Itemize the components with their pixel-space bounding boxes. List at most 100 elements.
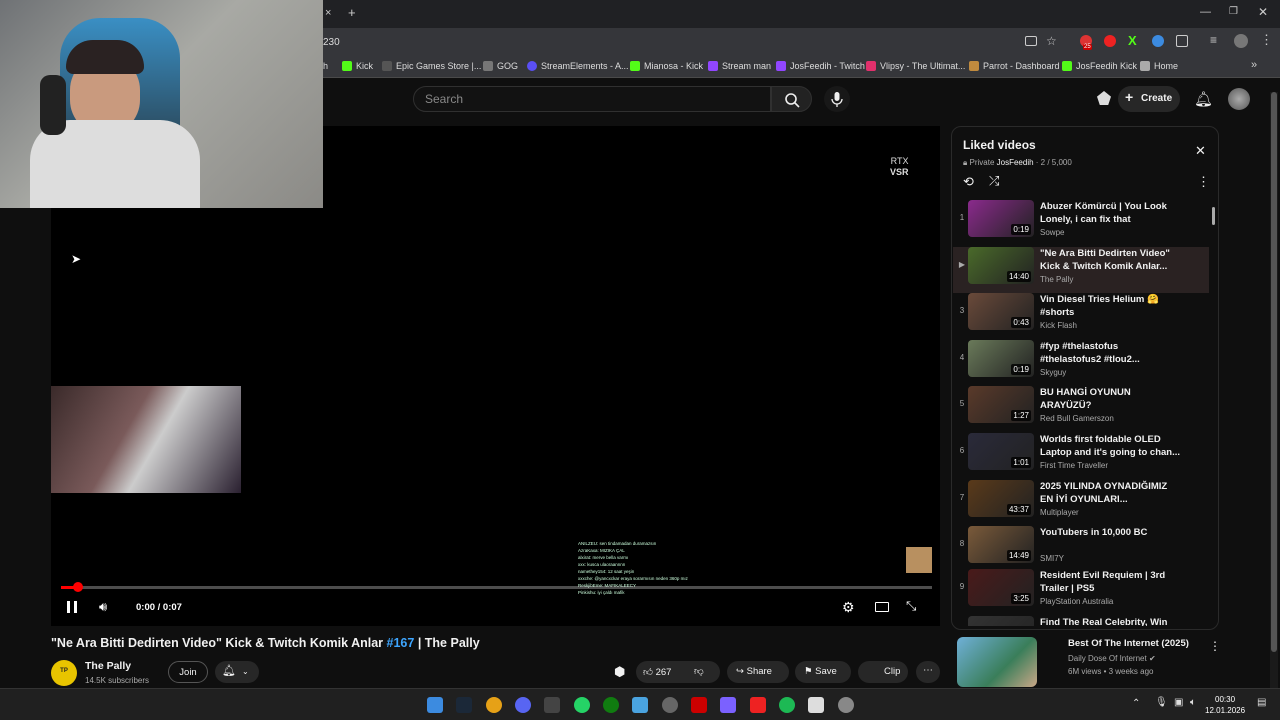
window-close-icon[interactable]: ✕ <box>1258 5 1268 19</box>
playlist-item-thumbnail[interactable]: 0:19 <box>968 200 1034 237</box>
like-icon[interactable]: 👍︎ <box>643 667 653 678</box>
tray-chevron-up-icon[interactable]: ⌃ <box>1132 698 1140 709</box>
bookmark-item[interactable]: Parrot - Dashboard <box>969 61 1060 71</box>
join-button[interactable]: Join <box>168 661 208 683</box>
dislike-icon[interactable]: 👎︎ <box>694 665 704 677</box>
maximize-icon[interactable]: ❐ <box>1229 6 1238 17</box>
start-windows-icon[interactable] <box>427 697 443 713</box>
settings-gear-icon[interactable]: ⚙ <box>842 599 855 616</box>
search-button[interactable] <box>771 86 812 112</box>
bookmark-item[interactable]: Vlipsy - The Ultimat... <box>866 61 965 71</box>
volume-tray-icon[interactable]: 🔈︎ <box>1190 697 1196 708</box>
bookmark-item[interactable]: Kick <box>342 61 373 71</box>
xbox-icon[interactable] <box>603 697 619 713</box>
extensions-puzzle-icon[interactable] <box>1176 35 1188 47</box>
spotify-icon[interactable] <box>779 697 795 713</box>
playlist-item-thumbnail[interactable]: 1:27 <box>968 386 1034 423</box>
obs-icon[interactable] <box>662 697 678 713</box>
voice-search-button[interactable] <box>824 86 850 112</box>
playlist-item-title[interactable]: #fyp #thelastofus #thelastofus2 #tlou2..… <box>1040 340 1180 366</box>
bookmark-star-icon[interactable]: ☆ <box>1046 34 1057 48</box>
recommendation-thumbnail[interactable] <box>957 637 1037 687</box>
clock[interactable]: 00:30 12.01.2026 <box>1205 694 1245 716</box>
extension-icon[interactable] <box>1152 35 1164 47</box>
channel-avatar[interactable]: TP <box>51 660 77 686</box>
photos-icon[interactable] <box>632 697 648 713</box>
loop-icon[interactable]: ⟲ <box>963 174 974 190</box>
bookmark-item[interactable]: Epic Games Store |... <box>382 61 481 71</box>
new-tab-button[interactable]: + <box>348 5 356 20</box>
notification-center-icon[interactable]: ▤ <box>1257 697 1266 708</box>
subscribe-bell-button[interactable]: 🔔︎ ⌄ <box>215 661 259 683</box>
playlist-item-title[interactable]: Worlds first foldable OLED Laptop and it… <box>1040 433 1180 459</box>
app-icon[interactable] <box>720 697 736 713</box>
playlist-item[interactable]: 8 14:49 YouTubers in 10,000 BC SMI7Y <box>953 526 1209 572</box>
discord-icon[interactable] <box>515 697 531 713</box>
steam-icon[interactable] <box>456 697 472 713</box>
bookmark-item[interactable]: h <box>323 61 328 71</box>
recommendation-title[interactable]: Best Of The Internet (2025) <box>1068 638 1189 649</box>
bookmark-item[interactable]: Home <box>1140 61 1178 71</box>
network-icon[interactable]: ▣ <box>1174 697 1183 708</box>
media-controls-icon[interactable]: ≡ <box>1210 33 1217 47</box>
tab-close-icon[interactable]: × <box>325 7 331 19</box>
playlist-item-thumbnail[interactable]: 0:43 <box>968 293 1034 330</box>
playlist-item[interactable]: 7 43:37 2025 YILINDA OYNADIĞIMIZ EN İYİ OY… <box>953 480 1209 526</box>
share-button[interactable]: ↪ Share <box>727 661 789 683</box>
notifications-bell-icon[interactable]: 🔔︎ <box>1194 90 1213 108</box>
playlist-owner[interactable]: JosFeedih <box>997 158 1034 167</box>
extension-icon[interactable] <box>1104 35 1116 47</box>
playlist-item-thumbnail[interactable]: 14:49 <box>968 526 1034 563</box>
like-count[interactable]: 267 <box>656 667 672 678</box>
channel-name[interactable]: The Pally <box>85 660 131 672</box>
install-app-icon[interactable] <box>1025 36 1037 46</box>
playlist-item-title[interactable]: Abuzer Kömürcü | You Look Lonely, i can … <box>1040 200 1180 226</box>
playlist-item-thumbnail[interactable]: 43:37 <box>968 480 1034 517</box>
playlist-item[interactable]: 9 3:25 Resident Evil Requiem | 3rd Trailer… <box>953 569 1209 615</box>
minimize-icon[interactable]: — <box>1200 6 1211 18</box>
playlist-item-title[interactable]: YouTubers in 10,000 BC <box>1040 526 1180 539</box>
video-hashtag-link[interactable]: #167 <box>387 636 415 650</box>
shuffle-icon[interactable]: ⤮ <box>989 173 999 189</box>
playlist-item-thumbnail[interactable]: 0:19 <box>968 340 1034 377</box>
bookmark-item[interactable]: JosFeedih Kick <box>1062 61 1137 71</box>
settings-icon[interactable] <box>838 697 854 713</box>
playlist-item[interactable]: 5 1:27 BU HANGİ OYUNUN ARAYÜZÜ? @EnisKiraz… <box>953 386 1209 432</box>
playlist-item-thumbnail[interactable]: 14:40 <box>968 247 1034 284</box>
playlist-item[interactable]: 3 0:43 Vin Diesel Tries Helium 🤗 #shorts Ki… <box>953 293 1209 339</box>
profile-avatar[interactable] <box>1234 34 1248 48</box>
playlist-item[interactable]: 6 1:01 Worlds first foldable OLED Laptop a… <box>953 433 1209 479</box>
bookmark-item[interactable]: Stream man <box>708 61 771 71</box>
progress-scrubber[interactable] <box>73 582 84 592</box>
playlist-item-title[interactable]: Resident Evil Requiem | 3rd Trailer | PS… <box>1040 569 1180 595</box>
kick-extension-icon[interactable]: X <box>1128 33 1137 48</box>
save-button[interactable]: ⚑ Save <box>795 661 851 683</box>
epic-games-icon[interactable] <box>544 697 560 713</box>
create-button[interactable]: + Create <box>1118 86 1180 112</box>
volume-icon[interactable]: 🔊︎ <box>99 599 107 615</box>
app-icon[interactable] <box>750 697 766 713</box>
recommendation-menu-icon[interactable]: ⋮ <box>1209 639 1221 653</box>
more-actions-button[interactable]: ⋯ <box>916 661 940 683</box>
playlist-menu-icon[interactable]: ⋮ <box>1197 174 1210 190</box>
fullscreen-icon[interactable]: ⤡ <box>906 598 916 614</box>
miniplayer-icon[interactable] <box>875 602 889 612</box>
browser-menu-icon[interactable]: ⋮ <box>1260 32 1273 48</box>
bookmarks-overflow-icon[interactable]: » <box>1251 59 1257 71</box>
account-avatar[interactable] <box>1228 88 1250 110</box>
clip-button[interactable]: Clip <box>858 661 908 683</box>
playlist-scrollbar[interactable] <box>1212 207 1215 225</box>
progress-bar[interactable] <box>61 582 932 592</box>
whatsapp-icon[interactable] <box>574 697 590 713</box>
playlist-item-thumbnail[interactable]: 3:25 <box>968 569 1034 606</box>
playlist-item[interactable]: 4 0:19 #fyp #thelastofus #thelastofus2 #tl… <box>953 340 1209 386</box>
gift-icon[interactable]: ⬢ <box>614 664 625 680</box>
pause-icon[interactable] <box>67 601 77 613</box>
bookmark-item[interactable]: StreamElements - A... <box>527 61 629 71</box>
playlist-item-thumbnail[interactable] <box>968 616 1034 626</box>
app-icon[interactable] <box>808 697 824 713</box>
chrome-icon[interactable] <box>486 697 502 713</box>
bookmark-item[interactable]: Mianosa - Kick <box>630 61 703 71</box>
netflix-icon[interactable] <box>691 697 707 713</box>
playlist-item[interactable]: ▶ 14:40 "Ne Ara Bitti Dedirten Video" Kick… <box>953 247 1209 293</box>
